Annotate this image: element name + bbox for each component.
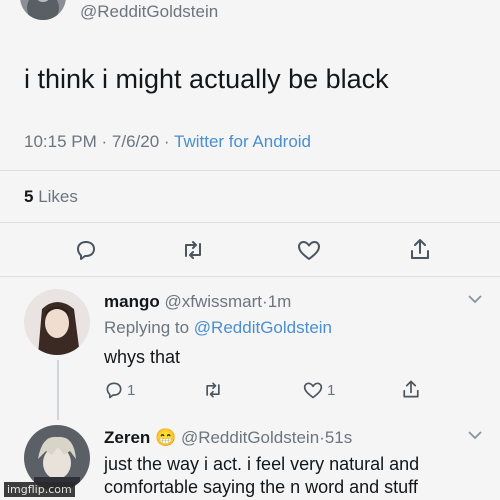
reply-button[interactable] [74,238,98,262]
reply-avatar[interactable] [24,289,90,355]
reply-text: whys that [104,347,181,367]
like-icon [298,241,320,260]
reply-text-line: just the way i act. i feel very natural … [104,454,420,474]
thread-line [57,360,59,420]
retweet-icon [206,382,220,398]
watermark: imgflip.com [4,482,75,497]
chevron-down-icon [468,431,482,440]
likes-summary[interactable]: 5 Likes [24,187,78,207]
divider [0,276,500,277]
reply-handle[interactable]: @xfwissmart [164,292,262,311]
share-button[interactable] [407,236,433,262]
reply-icon [77,241,95,260]
reply-menu-button[interactable] [467,428,483,446]
likes-count: 5 [24,187,34,206]
reply-like-button[interactable]: 1 [302,380,335,400]
replying-to: Replying to @RedditGoldstein [104,318,332,338]
divider [0,222,500,223]
chevron-down-icon [468,295,482,304]
reply-count: 1 [127,381,136,399]
reply-icon [106,382,122,399]
reply-header: Zeren 😁 @RedditGoldstein·51s [104,428,352,448]
tweet-source[interactable]: Twitter for Android [174,132,311,151]
like-button[interactable] [296,238,322,262]
replying-to-handle[interactable]: @RedditGoldstein [194,318,332,337]
reply-header: mango @xfwissmart·1m [104,292,291,312]
reply-age: 51s [324,428,353,447]
share-icon [403,380,419,398]
like-count: 1 [327,381,336,399]
reply-menu-button[interactable] [467,292,483,310]
tweet-date: 7/6/20 [111,132,160,151]
tweet-text: i think i might actually be black [24,64,389,94]
reply-handle[interactable]: @RedditGoldstein [181,428,319,447]
tweet-meta: 10:15 PM · 7/6/20 · Twitter for Android [24,132,311,152]
replying-prefix: Replying to [104,318,190,337]
author-handle[interactable]: @RedditGoldstein [80,2,218,22]
reply-age: 1m [267,292,292,311]
reply-retweet-button[interactable] [202,380,224,400]
tweet-time: 10:15 PM [24,132,97,151]
reply-reply-button[interactable]: 1 [104,380,135,400]
meta-separator: · [101,132,108,151]
reply-display-name[interactable]: Zeren [104,428,150,447]
author-avatar[interactable] [20,0,66,20]
emoji-badge: 😁 [155,428,177,447]
reply-share-button[interactable] [400,378,422,400]
like-icon [303,382,323,399]
divider [0,170,500,171]
reply-text-line: comfortable saying the n word and stuff [104,477,418,497]
likes-label: Likes [38,187,78,206]
share-icon [411,239,429,259]
retweet-icon [185,241,201,259]
meta-separator: · [163,132,170,151]
retweet-button[interactable] [180,238,206,262]
reply-display-name[interactable]: mango [104,292,160,311]
